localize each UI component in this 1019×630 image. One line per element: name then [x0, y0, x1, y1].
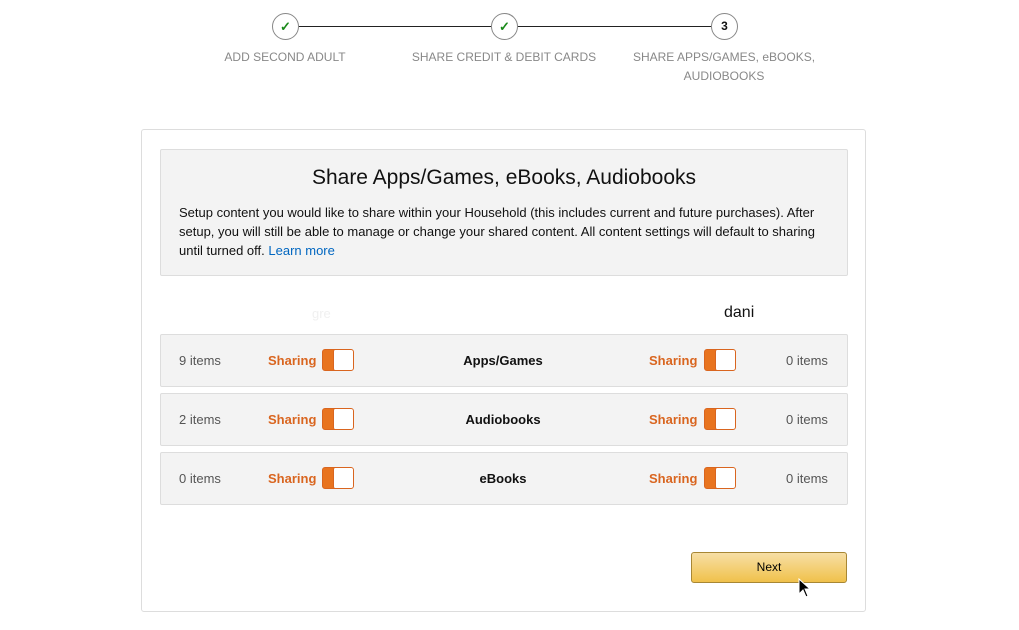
table-row-audiobooks: 2 items Sharing Audiobooks Sharing 0 ite…	[160, 393, 848, 446]
step-connector	[299, 26, 491, 27]
right-item-count: 0 items	[786, 353, 828, 368]
left-sharing-label: Sharing	[268, 353, 317, 368]
right-sharing-label: Sharing	[649, 471, 698, 486]
category-label: Apps/Games	[463, 353, 543, 368]
step-1-label: ADD SECOND ADULT	[224, 50, 346, 64]
category-label: eBooks	[479, 471, 527, 486]
right-sharing-toggle[interactable]	[704, 349, 736, 371]
left-sharing-toggle[interactable]	[322, 408, 354, 430]
left-item-count: 9 items	[179, 353, 221, 368]
left-sharing-toggle[interactable]	[322, 467, 354, 489]
right-sharing-label: Sharing	[649, 412, 698, 427]
right-item-count: 0 items	[786, 471, 828, 486]
user-name-right: dani	[724, 304, 755, 321]
intro-panel: Share Apps/Games, eBooks, Audiobooks Set…	[160, 149, 848, 276]
step-2-label: SHARE CREDIT & DEBIT CARDS	[411, 50, 597, 64]
left-sharing-toggle[interactable]	[322, 349, 354, 371]
user-name-left: gre	[312, 306, 331, 321]
left-item-count: 2 items	[179, 412, 221, 427]
category-label: Audiobooks	[465, 412, 541, 427]
page-title: Share Apps/Games, eBooks, Audiobooks	[311, 166, 697, 189]
step-1-check-icon: ✓	[272, 13, 299, 40]
step-3-label-line2: AUDIOBOOKS	[683, 69, 765, 83]
mouse-cursor-icon	[798, 578, 812, 598]
step-3-number: 3	[711, 13, 738, 40]
step-connector	[518, 26, 711, 27]
intro-text: Setup content you would like to share wi…	[179, 203, 829, 260]
right-sharing-label: Sharing	[649, 353, 698, 368]
learn-more-link[interactable]: Learn more	[268, 243, 334, 258]
step-2-check-icon: ✓	[491, 13, 518, 40]
left-sharing-label: Sharing	[268, 471, 317, 486]
step-3-label: SHARE APPS/GAMES, eBOOKS, AUDIOBOOKS	[614, 48, 834, 86]
right-sharing-toggle[interactable]	[704, 467, 736, 489]
step-3-label-line1: SHARE APPS/GAMES, eBOOKS,	[632, 50, 816, 64]
share-content-card: Share Apps/Games, eBooks, Audiobooks Set…	[141, 129, 866, 612]
progress-stepper: ✓ ✓ 3 ADD SECOND ADULT SHARE CREDIT & DE…	[0, 0, 1019, 100]
left-item-count: 0 items	[179, 471, 221, 486]
left-sharing-label: Sharing	[268, 412, 317, 427]
table-row-ebooks: 0 items Sharing eBooks Sharing 0 items	[160, 452, 848, 505]
right-item-count: 0 items	[786, 412, 828, 427]
next-button[interactable]: Next	[691, 552, 847, 583]
right-sharing-toggle[interactable]	[704, 408, 736, 430]
table-row-apps-games: 9 items Sharing Apps/Games Sharing 0 ite…	[160, 334, 848, 387]
